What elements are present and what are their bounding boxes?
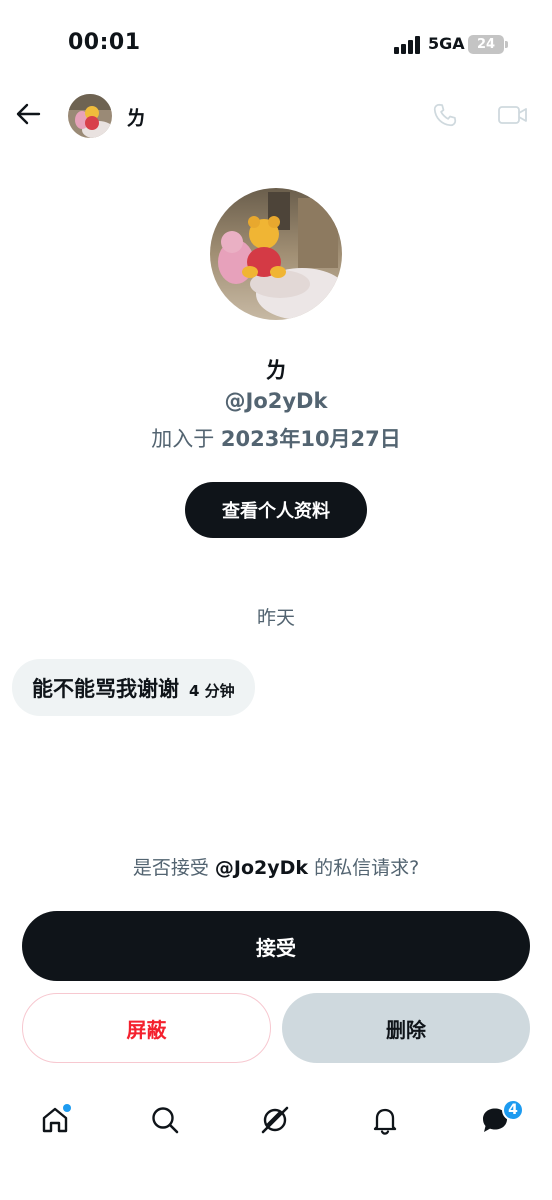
conversation-header: ㄌ (0, 88, 552, 144)
battery-icon: 24 (468, 35, 504, 54)
profile-handle: @Jo2yDk (224, 389, 328, 413)
joined-prefix: 加入于 (151, 427, 215, 451)
network-label: 5GA (428, 34, 465, 53)
nav-messages[interactable]: 4 (473, 1098, 524, 1142)
joined-date: 2023年10月27日 (220, 427, 401, 451)
bell-icon (373, 1108, 397, 1135)
message-bubble[interactable]: 能不能骂我谢谢 4 分钟 (12, 659, 255, 716)
profile-avatar[interactable] (210, 188, 342, 320)
messages-badge: 4 (502, 1099, 524, 1121)
signal-icon (394, 36, 422, 54)
view-profile-button[interactable]: 查看个人资料 (185, 482, 367, 538)
message-text: 能不能骂我谢谢 (32, 676, 179, 701)
message-time: 4 分钟 (189, 682, 235, 700)
nav-grok[interactable] (253, 1098, 297, 1142)
profile-name: ㄌ (264, 359, 287, 384)
nav-search[interactable] (143, 1098, 187, 1142)
delete-button[interactable]: 删除 (282, 993, 530, 1063)
video-camera-icon (498, 106, 527, 124)
accept-button[interactable]: 接受 (22, 911, 530, 981)
back-arrow-icon (16, 103, 41, 125)
phone-icon (433, 103, 457, 127)
request-prompt: 是否接受 @Jo2yDk 的私信请求? (0, 853, 552, 880)
back-button[interactable] (12, 98, 44, 130)
status-time: 00:01 (68, 30, 141, 55)
avatar-image (68, 94, 112, 138)
nav-notifications[interactable] (363, 1098, 407, 1142)
block-button[interactable]: 屏蔽 (22, 993, 271, 1063)
status-bar: 00:01 5GA 24 (0, 0, 552, 88)
profile-avatar-image (210, 188, 342, 320)
nav-home[interactable] (33, 1098, 77, 1142)
grok-icon (261, 1106, 289, 1134)
bottom-nav: 4 (0, 1088, 552, 1152)
home-notification-dot (63, 1104, 71, 1112)
profile-joined-date: 加入于 2023年10月27日 (0, 423, 552, 453)
video-call-button[interactable] (494, 98, 532, 132)
prompt-prefix: 是否接受 (132, 857, 209, 879)
date-divider: 昨天 (256, 607, 295, 629)
header-avatar[interactable] (68, 94, 112, 138)
header-name[interactable]: ㄌ (126, 102, 146, 131)
battery-cap (505, 41, 508, 48)
battery-level: 24 (476, 37, 496, 52)
search-icon (152, 1107, 179, 1134)
prompt-suffix: 的私信请求? (314, 857, 420, 879)
prompt-handle: @Jo2yDk (214, 857, 309, 879)
call-button[interactable] (428, 98, 462, 132)
